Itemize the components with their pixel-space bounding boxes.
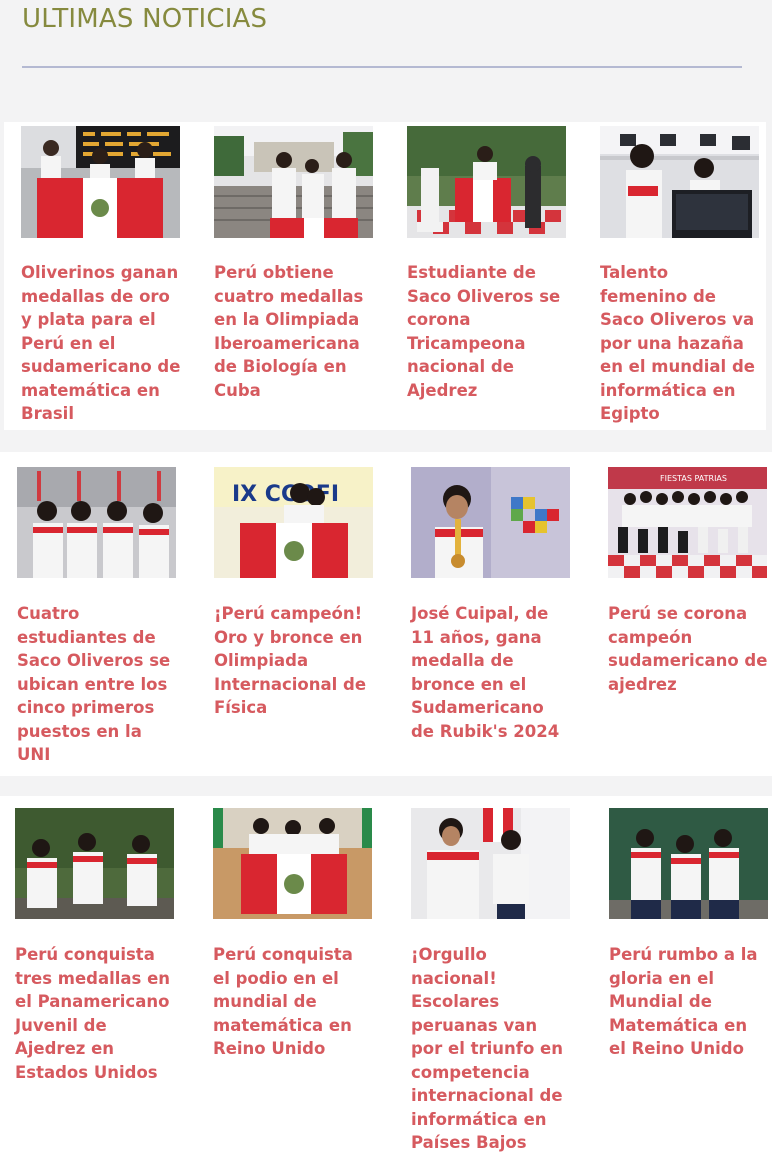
- news-headline[interactable]: Perú conquista el podio en el mundial de…: [213, 943, 373, 1061]
- news-headline[interactable]: Talento femenino de Saco Oliveros va por…: [600, 261, 760, 426]
- title-divider: [22, 66, 742, 68]
- news-thumbnail[interactable]: FIESTAS PATRIAS: [608, 467, 767, 578]
- news-headline[interactable]: Perú rumbo a la gloria en el Mundial de …: [609, 943, 769, 1061]
- news-thumbnail[interactable]: [15, 808, 174, 919]
- news-headline[interactable]: Perú se corona campeón sudamericano de a…: [608, 602, 768, 696]
- news-headline[interactable]: Perú obtiene cuatro medallas en la Olimp…: [214, 261, 374, 402]
- news-thumbnail[interactable]: [609, 808, 768, 919]
- news-headline[interactable]: José Cuipal, de 11 años, gana medalla de…: [411, 602, 571, 743]
- news-row: Cuatro estudiantes de Saco Oliveros se u…: [0, 452, 772, 776]
- news-thumbnail[interactable]: [411, 808, 570, 919]
- news-headline[interactable]: Oliverinos ganan medallas de oro y plata…: [21, 261, 181, 426]
- news-thumbnail[interactable]: [600, 126, 759, 238]
- news-thumbnail[interactable]: [214, 126, 373, 238]
- news-headline[interactable]: ¡Orgullo nacional! Escolares peruanas va…: [411, 943, 571, 1155]
- svg-text:FIESTAS PATRIAS: FIESTAS PATRIAS: [660, 474, 727, 483]
- news-row: Oliverinos ganan medallas de oro y plata…: [0, 122, 772, 430]
- news-thumbnail[interactable]: [21, 126, 180, 238]
- news-thumbnail[interactable]: [213, 808, 372, 919]
- news-headline[interactable]: ¡Perú campeón! Oro y bronce en Olimpiada…: [214, 602, 374, 720]
- news-headline[interactable]: Cuatro estudiantes de Saco Oliveros se u…: [17, 602, 177, 767]
- section-title: ULTIMAS NOTICIAS: [22, 4, 268, 34]
- news-thumbnail[interactable]: [17, 467, 176, 578]
- news-headline[interactable]: Perú conquista tres medallas en el Panam…: [15, 943, 175, 1084]
- news-headline[interactable]: Estudiante de Saco Oliveros se corona Tr…: [407, 261, 567, 402]
- news-thumbnail[interactable]: [411, 467, 570, 578]
- news-thumbnail[interactable]: [407, 126, 566, 238]
- news-thumbnail[interactable]: IX CCOFI: [214, 467, 373, 578]
- news-row: Perú conquista tres medallas en el Panam…: [0, 796, 772, 1162]
- news-page: ULTIMAS NOTICIAS Oliverinos ganan medall…: [0, 0, 772, 1162]
